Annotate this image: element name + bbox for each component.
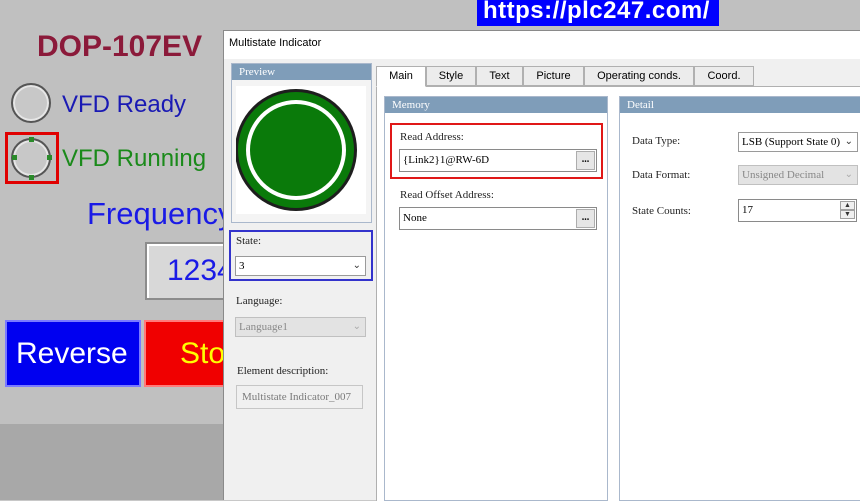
reverse-button[interactable]: Reverse	[5, 320, 141, 387]
data-format-value: Unsigned Decimal	[742, 169, 825, 181]
data-type-label: Data Type:	[632, 135, 681, 147]
language-select[interactable]: Language1 ⌄	[235, 317, 366, 337]
chevron-down-icon: ⌄	[844, 169, 853, 180]
read-address-label: Read Address:	[400, 131, 464, 143]
read-address-browse-button[interactable]: ...	[576, 151, 595, 170]
state-label: State:	[236, 235, 262, 247]
stop-button[interactable]: Sto	[144, 320, 234, 387]
state-counts-label: State Counts:	[632, 205, 691, 217]
watermark-url: https://plc247.com/	[483, 0, 710, 24]
spin-down-icon[interactable]: ▼	[840, 210, 855, 219]
chevron-down-icon: ⌄	[844, 136, 853, 147]
vfd-running-label: VFD Running	[62, 145, 207, 172]
numeric-display[interactable]: 1234	[145, 242, 235, 300]
multistate-indicator-dialog: Multistate Indicator Preview State: 3 ⌄ …	[223, 30, 860, 501]
preview-group: Preview	[231, 63, 372, 223]
preview-group-title: Preview	[232, 64, 371, 80]
tab-coord[interactable]: Coord.	[694, 66, 754, 86]
tab-picture[interactable]: Picture	[523, 66, 584, 86]
preview-canvas	[235, 86, 366, 214]
state-select[interactable]: 3 ⌄	[235, 256, 366, 276]
resize-handle[interactable]	[12, 155, 17, 160]
tab-main[interactable]: Main	[376, 66, 426, 87]
read-address-value: {Link2}1@RW-6D	[403, 154, 490, 166]
data-type-select[interactable]: LSB (Support State 0) ⌄	[738, 132, 858, 152]
state-select-value: 3	[239, 260, 245, 272]
read-offset-field[interactable]: None ...	[399, 207, 597, 230]
detail-group: Detail	[619, 96, 860, 501]
resize-handle[interactable]	[29, 137, 34, 142]
state-counts-spinner[interactable]: ▲ ▼	[840, 201, 855, 220]
state-counts-value: 17	[742, 204, 753, 216]
tab-operating-conds[interactable]: Operating conds.	[584, 66, 694, 86]
resize-handle[interactable]	[29, 175, 34, 180]
frequency-label: Frequency	[87, 196, 234, 231]
dialog-title: Multistate Indicator	[229, 37, 322, 49]
memory-group-title: Memory	[385, 97, 607, 113]
data-type-value: LSB (Support State 0)	[742, 136, 841, 148]
watermark-banner: https://plc247.com/	[477, 0, 719, 26]
resize-handle[interactable]	[47, 155, 52, 160]
chevron-down-icon: ⌄	[352, 260, 361, 271]
read-offset-browse-button[interactable]: ...	[576, 209, 595, 228]
spin-up-icon[interactable]: ▲	[840, 201, 855, 210]
tab-text[interactable]: Text	[476, 66, 523, 86]
language-label: Language:	[236, 295, 283, 307]
tab-style[interactable]: Style	[426, 66, 476, 86]
detail-group-title: Detail	[620, 97, 860, 113]
element-description-field[interactable]: Multistate Indicator_007	[236, 385, 363, 409]
read-offset-label: Read Offset Address:	[400, 189, 494, 201]
data-format-select[interactable]: Unsigned Decimal ⌄	[738, 165, 858, 185]
data-format-label: Data Format:	[632, 169, 691, 181]
hmi-title: DOP-107EV	[37, 30, 203, 63]
dialog-titlebar[interactable]: Multistate Indicator	[224, 31, 860, 59]
reverse-button-label: Reverse	[16, 337, 128, 370]
read-offset-value: None	[403, 212, 427, 224]
vfd-ready-lamp[interactable]	[11, 83, 51, 123]
chevron-down-icon: ⌄	[352, 321, 361, 332]
multistate-lamp-preview-icon	[235, 89, 357, 211]
vfd-ready-label: VFD Ready	[62, 91, 187, 118]
read-address-field[interactable]: {Link2}1@RW-6D ...	[399, 149, 597, 172]
language-select-value: Language1	[239, 321, 288, 333]
state-counts-field[interactable]: 17 ▲ ▼	[738, 199, 857, 222]
hmi-footer-area	[0, 424, 224, 500]
element-description-label: Element description:	[237, 365, 329, 377]
stop-button-label: Sto	[180, 337, 226, 370]
